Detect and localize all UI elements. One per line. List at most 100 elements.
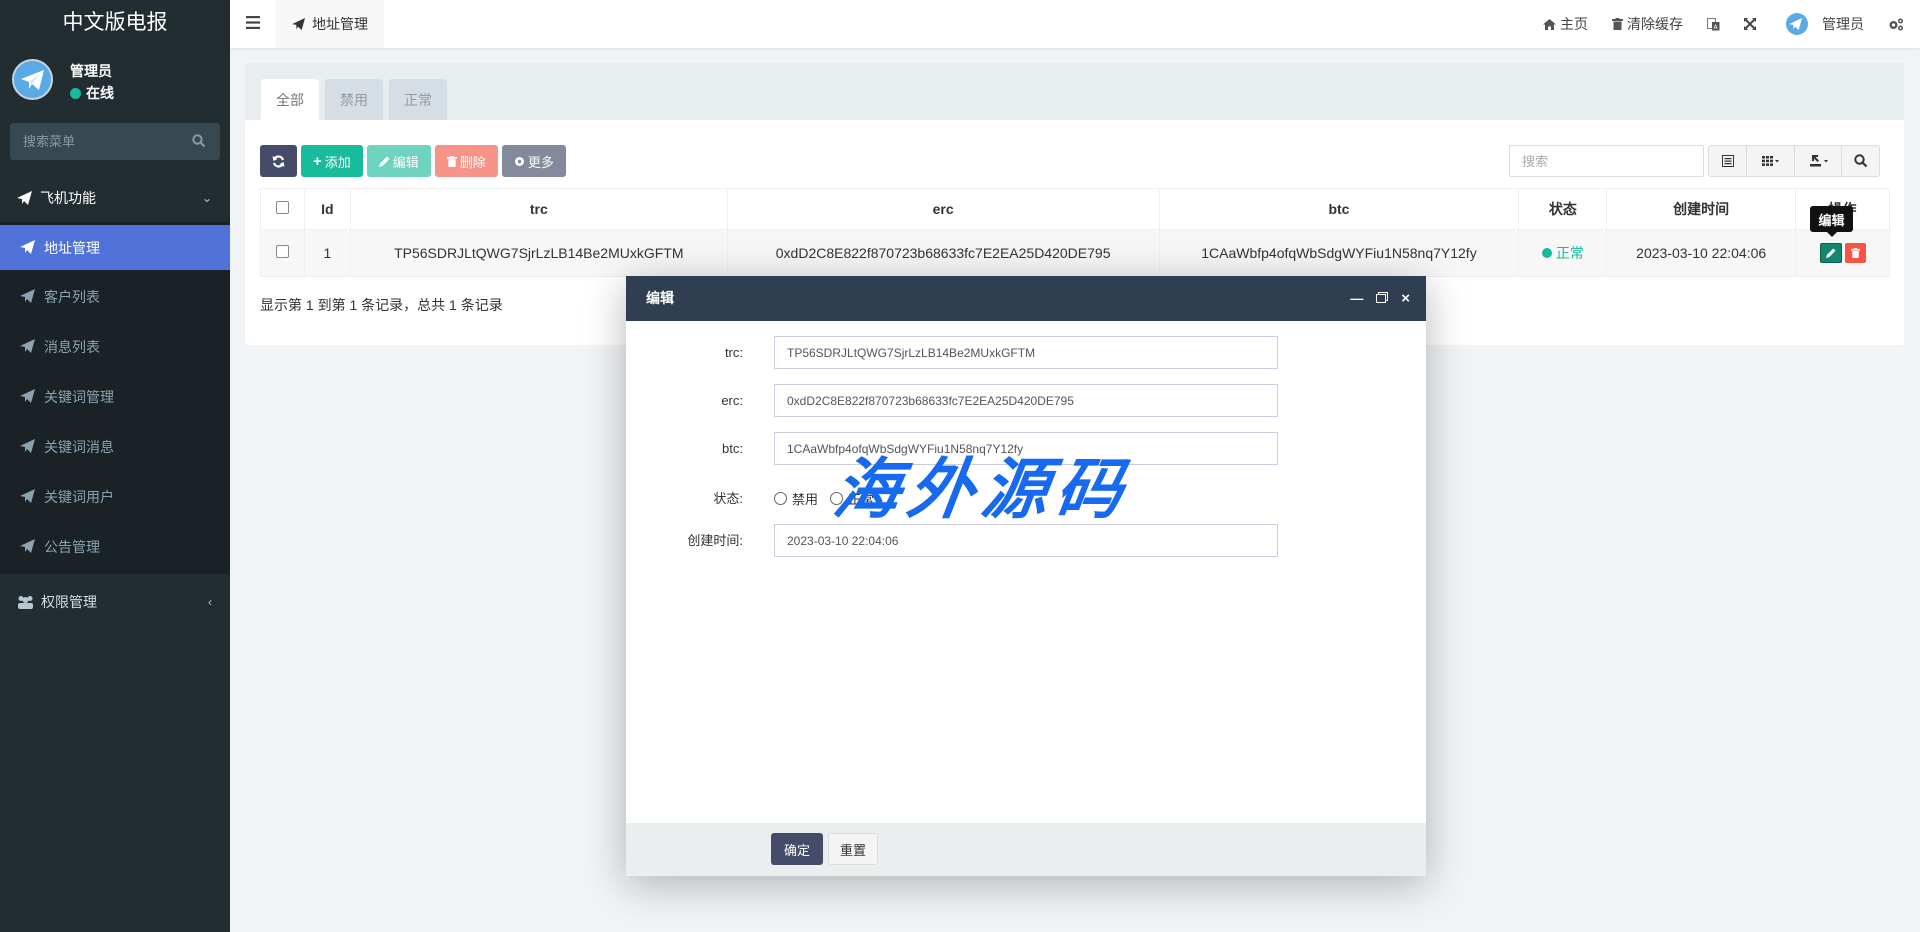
home-link[interactable]: 主页 <box>1531 0 1600 48</box>
top-header: 地址管理 主页 清除缓存 A 管理员 <box>230 0 1920 48</box>
sidebar-item-announcements[interactable]: 公告管理 <box>0 524 230 569</box>
table-header-row: Id trc erc btc 状态 创建时间 操作 <box>260 188 1890 230</box>
tab-disabled[interactable]: 禁用 <box>325 79 383 120</box>
erc-input[interactable] <box>774 384 1278 417</box>
row-checkbox[interactable] <box>275 245 289 258</box>
trc-label: trc: <box>724 345 743 360</box>
clear-cache-label: 清除缓存 <box>1627 16 1683 32</box>
radio-disabled[interactable]: 禁用 <box>774 489 818 508</box>
refresh-icon <box>272 154 285 168</box>
gear-icon <box>514 156 524 166</box>
edit-label: 编辑 <box>392 154 419 170</box>
edit-tooltip: 编辑 <box>1810 206 1853 237</box>
columns-button[interactable] <box>1747 146 1795 176</box>
export-button[interactable] <box>1795 146 1844 176</box>
user-name: 管理员 <box>70 63 112 79</box>
trc-input[interactable] <box>774 336 1278 369</box>
form-row-erc: erc: <box>626 384 1426 417</box>
sidebar-item-address[interactable]: 地址管理 <box>0 225 230 270</box>
fullscreen-button[interactable] <box>1732 0 1768 48</box>
sidebar-item-customers[interactable]: 客户列表 <box>0 274 230 319</box>
language-button[interactable]: A <box>1695 0 1732 48</box>
row-edit-button[interactable] <box>1819 243 1842 263</box>
close-icon[interactable]: × <box>1401 276 1410 321</box>
row-select-cell <box>260 229 305 277</box>
trash-icon <box>1850 248 1860 258</box>
delete-label: 删除 <box>459 154 486 170</box>
reset-button[interactable]: 重置 <box>828 833 878 865</box>
header-username: 管理员 <box>1822 16 1864 32</box>
paper-plane-icon <box>20 489 35 503</box>
status-label: 状态: <box>713 491 743 506</box>
list-view-icon <box>1721 155 1734 167</box>
translate-icon: A <box>1707 17 1720 31</box>
pagination-info: 显示第 1 到第 1 条记录，总共 1 条记录 <box>260 297 503 313</box>
tab-normal[interactable]: 正常 <box>389 79 447 120</box>
trash-icon <box>1612 18 1623 30</box>
sidebar-item-label: 公告管理 <box>44 538 100 555</box>
refresh-button[interactable] <box>260 145 297 177</box>
gears-icon <box>1889 18 1903 30</box>
dialog-controls: — × <box>1337 276 1410 321</box>
dialog-footer: 确定 重置 <box>626 823 1426 876</box>
clear-cache-button[interactable]: 清除缓存 <box>1600 0 1695 48</box>
edit-button[interactable]: 编辑 <box>366 145 431 177</box>
status-badge[interactable]: 正常 <box>1541 243 1584 263</box>
paper-plane-icon <box>21 70 44 90</box>
menu-group-plane[interactable]: 飞机功能 ⌄ <box>0 174 230 222</box>
cell-trc: TP56SDRJLtQWG7SjrLzLB14Be2MUxkGFTM <box>349 229 728 277</box>
more-button[interactable]: 更多 <box>501 145 566 177</box>
paper-plane-icon <box>20 339 35 353</box>
pencil-icon <box>378 156 390 167</box>
row-delete-button[interactable] <box>1844 243 1866 263</box>
sidebar-item-label: 关键词管理 <box>44 388 114 405</box>
col-id[interactable]: Id <box>303 188 351 230</box>
dialog-header[interactable]: 编辑 — × <box>626 276 1426 321</box>
menu-group-permissions[interactable]: 权限管理 ‹ <box>0 578 230 626</box>
maximize-icon[interactable] <box>1376 276 1389 321</box>
paper-plane-icon <box>20 389 35 403</box>
col-erc[interactable]: erc <box>726 188 1160 230</box>
add-button[interactable]: + 添加 <box>301 145 363 177</box>
user-menu[interactable]: 管理员 <box>1768 0 1876 48</box>
app-logo[interactable]: 中文版电报 <box>0 0 230 48</box>
col-status[interactable]: 状态 <box>1518 188 1608 230</box>
chevron-left-icon: ‹ <box>208 595 212 609</box>
header-nav: 主页 清除缓存 A 管理员 <box>1531 0 1920 48</box>
address-table: Id trc erc btc 状态 创建时间 操作 1 TP56SDRJLtQW… <box>260 188 1890 277</box>
menu-group-label: 飞机功能 <box>40 190 96 206</box>
settings-button[interactable] <box>1876 0 1920 48</box>
hamburger-menu-icon[interactable] <box>246 16 260 29</box>
sidebar-item-keywords[interactable]: 关键词管理 <box>0 374 230 419</box>
col-trc[interactable]: trc <box>349 188 728 230</box>
user-panel: 管理员 在线 <box>12 58 222 108</box>
user-status-text: 在线 <box>86 85 114 101</box>
select-all-cell <box>260 188 305 230</box>
tab-all[interactable]: 全部 <box>261 79 319 120</box>
page-tab-address[interactable]: 地址管理 <box>275 0 384 48</box>
table-search-input[interactable] <box>1509 145 1704 177</box>
erc-label: erc: <box>721 393 743 408</box>
sidebar-item-messages[interactable]: 消息列表 <box>0 324 230 369</box>
edit-dialog: 编辑 — × trc: erc: btc: 状态: 禁用 正常 创建时间: 确定… <box>626 276 1426 876</box>
col-btc[interactable]: btc <box>1158 188 1520 230</box>
advanced-search-button[interactable] <box>1841 145 1880 177</box>
radio-label: 禁用 <box>792 492 819 507</box>
toggle-view-button[interactable] <box>1709 146 1747 176</box>
minimize-icon[interactable]: — <box>1350 276 1363 321</box>
menu-search-input[interactable] <box>10 123 180 160</box>
sidebar-item-label: 关键词用户 <box>44 488 114 505</box>
col-created[interactable]: 创建时间 <box>1606 188 1797 230</box>
confirm-button[interactable]: 确定 <box>771 833 823 865</box>
table-row[interactable]: 1 TP56SDRJLtQWG7SjrLzLB14Be2MUxkGFTM 0xd… <box>260 229 1890 277</box>
sidebar-item-label: 地址管理 <box>44 239 100 256</box>
sidebar-item-keyword-messages[interactable]: 关键词消息 <box>0 424 230 469</box>
table-toolbar: + 添加 编辑 删除 更多 <box>260 145 570 177</box>
search-icon[interactable] <box>192 134 206 148</box>
sidebar-item-keyword-users[interactable]: 关键词用户 <box>0 474 230 519</box>
select-all-checkbox[interactable] <box>275 201 289 214</box>
panel-tabs: 全部 禁用 正常 <box>245 63 1904 120</box>
paper-plane-icon <box>20 439 35 453</box>
cell-btc: 1CAaWbfp4ofqWbSdgWYFiu1N58nq7Y12fy <box>1158 229 1520 277</box>
delete-button[interactable]: 删除 <box>434 145 498 177</box>
